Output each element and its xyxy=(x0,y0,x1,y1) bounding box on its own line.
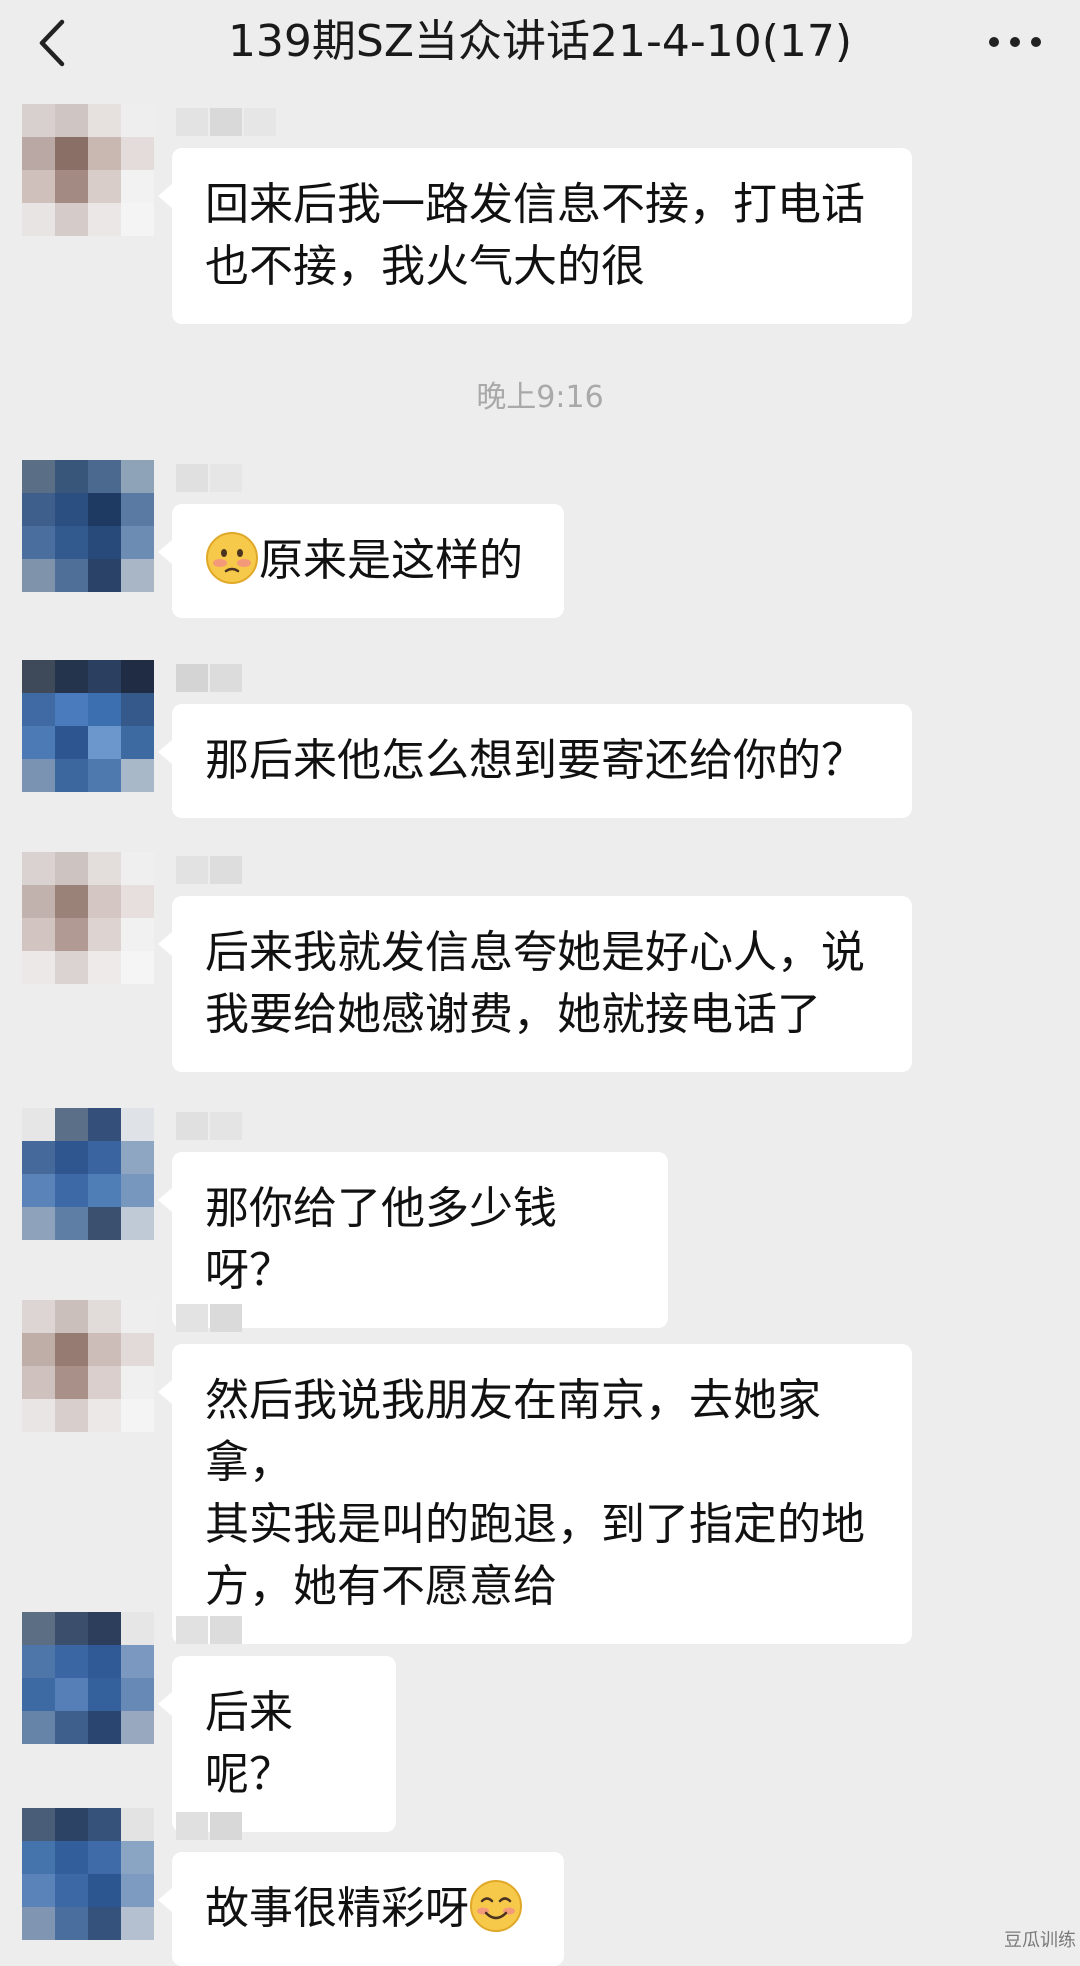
watermark: 豆瓜训练 xyxy=(1004,1930,1076,1951)
sender-name-blurred xyxy=(176,464,244,492)
sender-name-blurred xyxy=(176,856,244,884)
chevron-left-icon[interactable] xyxy=(34,18,74,68)
avatar[interactable] xyxy=(22,1300,154,1432)
sender-name-blurred xyxy=(176,1616,244,1644)
chat-header: 139期SZ当众讲话21-4-10(17) xyxy=(0,0,1080,92)
avatar[interactable] xyxy=(22,660,154,792)
message-text: 故事很精彩呀 xyxy=(205,1883,469,1934)
timestamp: 晚上9:16 xyxy=(476,380,604,415)
message-text: 原来是这样的 xyxy=(259,535,523,586)
sender-name-blurred xyxy=(176,1304,244,1332)
avatar[interactable] xyxy=(22,1108,154,1240)
message-text: 后来呢？ xyxy=(205,1687,293,1800)
flushed-face-emoji xyxy=(206,532,258,584)
message-bubble[interactable]: 后来我就发信息夸她是好心人，说 我要给她感谢费，她就接电话了 xyxy=(158,896,912,1072)
avatar[interactable] xyxy=(22,852,154,984)
message-bubble[interactable]: 那你给了他多少钱呀？ xyxy=(158,1152,668,1328)
message-text: 那后来他怎么想到要寄还给你的？ xyxy=(205,735,865,786)
avatar[interactable] xyxy=(22,1808,154,1940)
sender-name-blurred xyxy=(176,664,244,692)
avatar[interactable] xyxy=(22,104,154,236)
message-bubble[interactable]: 然后我说我朋友在南京，去她家拿， 其实我是叫的跑退，到了指定的地 方，她有不愿意… xyxy=(158,1344,912,1644)
ellipsis-icon[interactable] xyxy=(988,30,1042,54)
message-text: 那你给了他多少钱呀？ xyxy=(205,1183,557,1296)
message-bubble[interactable]: 那后来他怎么想到要寄还给你的？ xyxy=(158,704,912,818)
sender-name-blurred xyxy=(176,1812,244,1840)
chat-title: 139期SZ当众讲话21-4-10(17) xyxy=(227,16,853,67)
avatar[interactable] xyxy=(22,460,154,592)
sender-name-blurred xyxy=(176,108,278,136)
message-text: 回来后我一路发信息不接，打电话 也不接，我火气大的很 xyxy=(205,179,865,292)
message-bubble[interactable]: 回来后我一路发信息不接，打电话 也不接，我火气大的很 xyxy=(158,148,912,324)
message-bubble[interactable]: 原来是这样的 xyxy=(158,504,564,618)
smiling-face-emoji xyxy=(470,1880,522,1932)
message-text: 然后我说我朋友在南京，去她家拿， 其实我是叫的跑退，到了指定的地 方，她有不愿意… xyxy=(205,1375,865,1612)
message-bubble[interactable]: 后来呢？ xyxy=(158,1656,396,1832)
sender-name-blurred xyxy=(176,1112,244,1140)
message-text: 后来我就发信息夸她是好心人，说 我要给她感谢费，她就接电话了 xyxy=(205,927,865,1040)
message-bubble[interactable]: 故事很精彩呀 xyxy=(158,1852,564,1966)
avatar[interactable] xyxy=(22,1612,154,1744)
